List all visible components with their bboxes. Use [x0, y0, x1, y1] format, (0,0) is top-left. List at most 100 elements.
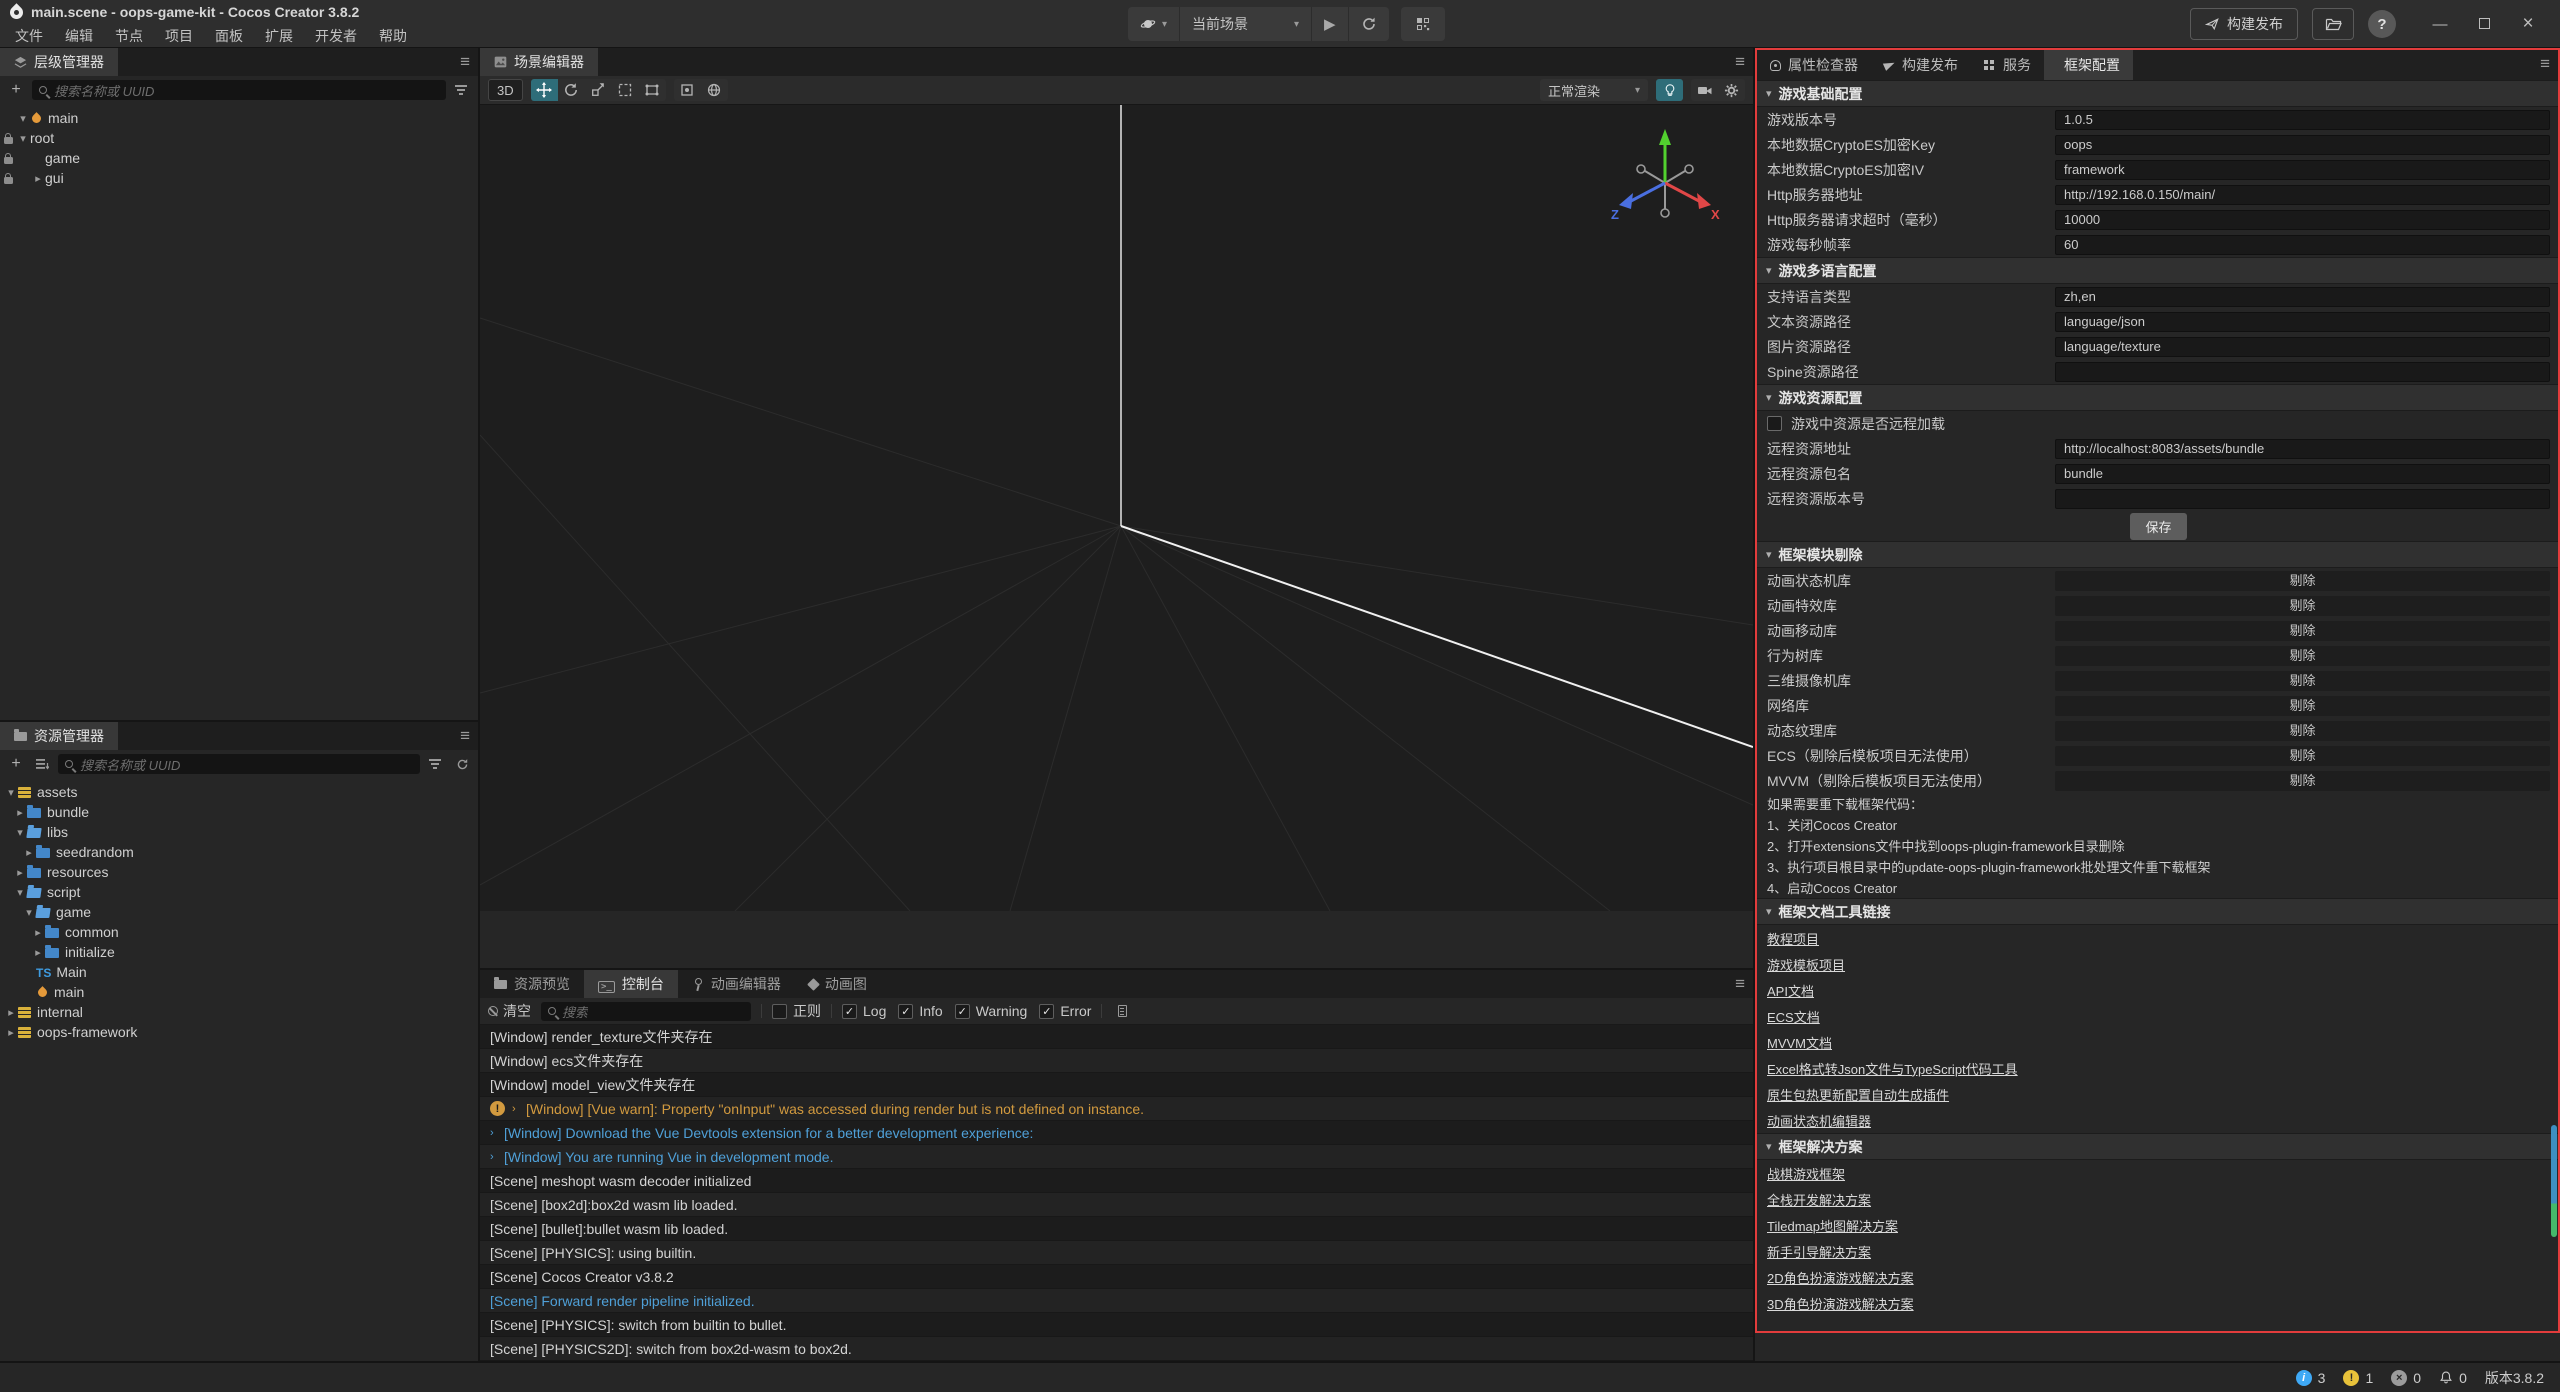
remove-module-button[interactable]: 剔除	[2055, 571, 2550, 591]
hierarchy-node[interactable]: game	[0, 148, 478, 168]
notification-badge[interactable]: 0	[2439, 1370, 2467, 1386]
warning-count-badge[interactable]: ! 1	[2343, 1370, 2373, 1386]
scene-select[interactable]: 当前场景 ▾	[1180, 7, 1312, 41]
field-input[interactable]: bundle	[2055, 464, 2550, 484]
checkbox-icon[interactable]	[955, 1004, 970, 1019]
coordinate-space-button[interactable]	[701, 79, 728, 101]
add-node-button[interactable]: +	[6, 80, 26, 100]
console-tab[interactable]: 动画图	[795, 970, 881, 998]
menu-item[interactable]: 项目	[154, 26, 204, 46]
remove-module-button[interactable]: 剔除	[2055, 621, 2550, 641]
tree-expand-chevron[interactable]	[4, 1026, 18, 1039]
field-input[interactable]: 1.0.5	[2055, 110, 2550, 130]
asset-node[interactable]: internal	[0, 1002, 478, 1022]
save-button[interactable]: 保存	[2130, 513, 2186, 540]
field-input[interactable]: oops	[2055, 135, 2550, 155]
console-search-input[interactable]: 搜索	[541, 1002, 751, 1021]
maximize-button[interactable]	[2462, 8, 2506, 40]
log-file-button[interactable]	[1112, 1001, 1132, 1021]
tree-expand-chevron[interactable]	[4, 786, 18, 799]
section-header[interactable]: ▾ 框架解决方案	[1757, 1133, 2558, 1160]
remove-module-button[interactable]: 剔除	[2055, 646, 2550, 666]
pivot-toggle-button[interactable]	[674, 79, 701, 101]
log-row[interactable]: ! › [Window] Download the Vue Devtools e…	[480, 1121, 1753, 1145]
doc-link[interactable]: API文档	[1767, 981, 1814, 1000]
refresh-assets-button[interactable]	[452, 754, 472, 774]
remove-module-button[interactable]: 剔除	[2055, 746, 2550, 766]
log-level-checkbox[interactable]: Info	[898, 1003, 942, 1019]
axis-x[interactable]	[1665, 183, 1699, 201]
platform-select[interactable]: ▾	[1128, 7, 1180, 41]
field-input[interactable]: http://192.168.0.150/main/	[2055, 185, 2550, 205]
doc-link[interactable]: 3D角色扮演游戏解决方案	[1767, 1294, 1914, 1313]
sort-assets-button[interactable]	[32, 754, 52, 774]
remote-load-checkbox[interactable]	[1767, 416, 1782, 431]
rect-tool-button[interactable]	[612, 79, 639, 101]
ui-transform-tool-button[interactable]	[639, 79, 666, 101]
add-asset-button[interactable]: +	[6, 754, 26, 774]
inspector-tab[interactable]: 属性检查器	[1757, 50, 1871, 80]
hierarchy-node[interactable]: gui	[0, 168, 478, 188]
log-row[interactable]: ! › [Scene] meshopt wasm decoder initial…	[480, 1169, 1753, 1193]
log-row[interactable]: ! › [Scene] Forward render pipeline init…	[480, 1289, 1753, 1313]
remove-module-button[interactable]: 剔除	[2055, 696, 2550, 716]
section-header[interactable]: ▾ 框架文档工具链接	[1757, 898, 2558, 925]
doc-link[interactable]: 教程项目	[1767, 929, 1819, 948]
axis-gizmo[interactable]: X Z	[1605, 119, 1725, 239]
remove-module-button[interactable]: 剔除	[2055, 671, 2550, 691]
console-tab[interactable]: 资源预览	[480, 970, 584, 998]
doc-link[interactable]: 原生包热更新配置自动生成插件	[1767, 1085, 1949, 1104]
3d-2d-toggle-button[interactable]: 3D	[488, 79, 523, 101]
asset-node[interactable]: seedrandom	[0, 842, 478, 862]
field-input[interactable]	[2055, 362, 2550, 382]
log-row[interactable]: ! › [Window] [Vue warn]: Property "onInp…	[480, 1097, 1753, 1121]
tree-expand-chevron[interactable]	[16, 132, 30, 145]
tab-assets[interactable]: 资源管理器	[0, 722, 118, 750]
section-header[interactable]: ▾ 游戏多语言配置	[1757, 257, 2558, 284]
remove-module-button[interactable]: 剔除	[2055, 596, 2550, 616]
regex-filter-checkbox[interactable]: 正则	[772, 1001, 821, 1021]
device-preview-button[interactable]	[1401, 7, 1445, 41]
scene-camera-button[interactable]	[1691, 79, 1718, 101]
log-level-checkbox[interactable]: Warning	[955, 1003, 1028, 1019]
log-expand-chevron[interactable]: ›	[512, 1103, 526, 1115]
menu-item[interactable]: 文件	[4, 26, 54, 46]
minimize-button[interactable]: —	[2418, 8, 2462, 40]
tree-expand-chevron[interactable]	[31, 946, 45, 959]
field-input[interactable]: zh,en	[2055, 287, 2550, 307]
hierarchy-search-input[interactable]: 搜索名称或 UUID	[32, 80, 446, 100]
hierarchy-node[interactable]: main	[0, 108, 478, 128]
play-button[interactable]: ▶	[1312, 7, 1349, 41]
tree-expand-chevron[interactable]	[22, 846, 36, 859]
reload-button[interactable]	[1349, 7, 1389, 41]
field-input[interactable]: language/json	[2055, 312, 2550, 332]
doc-link[interactable]: Excel格式转Json文件与TypeScript代码工具	[1767, 1059, 2018, 1078]
tree-expand-chevron[interactable]	[13, 806, 27, 819]
checkbox-icon[interactable]	[772, 1004, 787, 1019]
remove-module-button[interactable]: 剔除	[2055, 771, 2550, 791]
console-panel-menu-icon[interactable]: ≡	[1735, 974, 1745, 994]
menu-item[interactable]: 节点	[104, 26, 154, 46]
asset-node[interactable]: common	[0, 922, 478, 942]
checkbox-icon[interactable]	[842, 1004, 857, 1019]
tab-scene-editor[interactable]: 场景编辑器	[480, 48, 598, 76]
doc-link[interactable]: ECS文档	[1767, 1007, 1820, 1026]
menu-item[interactable]: 扩展	[254, 26, 304, 46]
field-input[interactable]: 60	[2055, 235, 2550, 255]
assets-search-input[interactable]: 搜索名称或 UUID	[58, 754, 420, 774]
log-expand-chevron[interactable]: ›	[490, 1151, 504, 1163]
section-header[interactable]: ▾ 游戏基础配置	[1757, 80, 2558, 107]
log-level-checkbox[interactable]: Error	[1039, 1003, 1091, 1019]
tree-expand-chevron[interactable]	[13, 826, 27, 839]
log-row[interactable]: ! › [Scene] [PHYSICS2D]: switch from box…	[480, 1337, 1753, 1361]
move-tool-button[interactable]	[531, 79, 558, 101]
inspector-tab[interactable]: 框架配置	[2044, 50, 2133, 80]
field-input[interactable]	[2055, 489, 2550, 509]
asset-node[interactable]: oops-framework	[0, 1022, 478, 1042]
field-input[interactable]: http://localhost:8083/assets/bundle	[2055, 439, 2550, 459]
menu-item[interactable]: 面板	[204, 26, 254, 46]
error-count-badge[interactable]: × 0	[2391, 1370, 2421, 1386]
scene-panel-menu-icon[interactable]: ≡	[1735, 52, 1745, 72]
inspector-tab[interactable]: 服务	[1971, 50, 2044, 80]
console-tab[interactable]: 动画编辑器	[678, 970, 795, 998]
